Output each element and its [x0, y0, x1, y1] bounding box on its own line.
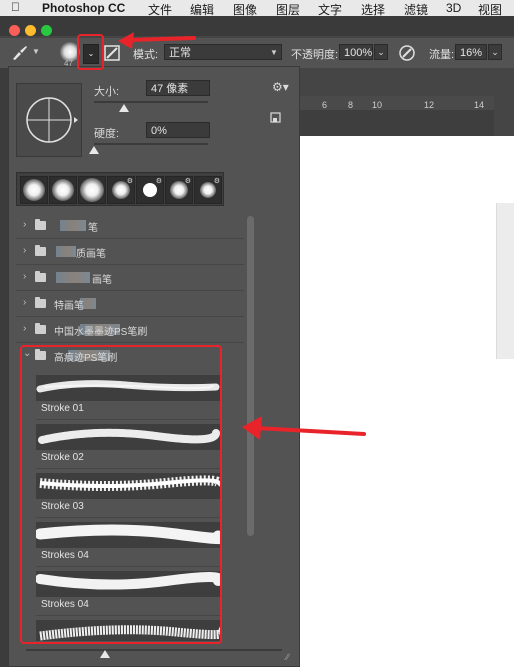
chevron-right-icon[interactable]: › [23, 323, 26, 334]
recent-brush-tip[interactable] [20, 176, 48, 204]
recent-brushes-strip: ⚙ ⚙ ⚙ ⚙ [16, 172, 224, 206]
brush-group-row[interactable]: › 中国水墨墨迹PS笔刷 [16, 318, 244, 343]
scrollbar-thumb[interactable] [247, 216, 254, 536]
flow-dropdown-button[interactable]: ⌄ [488, 44, 502, 60]
folder-icon [35, 219, 46, 230]
size-input[interactable]: 47 像素 [146, 80, 210, 96]
horizontal-ruler: 6 8 10 12 14 [300, 96, 494, 111]
size-label: 大小: [94, 86, 120, 98]
gear-icon: ⚙ [213, 178, 220, 185]
resize-grip-icon[interactable]: ∕∕ [286, 652, 289, 662]
gear-icon: ⚙ [184, 178, 191, 185]
hardness-slider-track[interactable] [94, 143, 208, 145]
canvas-edge-panel [496, 203, 514, 359]
recent-brush-tip[interactable]: ⚙ [165, 176, 193, 204]
pressure-opacity-icon[interactable] [398, 44, 416, 62]
new-preset-icon[interactable] [270, 112, 282, 124]
brush-group-name: 中国水墨墨迹PS笔刷 [54, 327, 148, 338]
size-slider-handle[interactable] [118, 104, 129, 112]
recent-brush-tip[interactable]: ⚙ [107, 176, 135, 204]
folder-icon [35, 271, 46, 282]
window-titlebar [0, 16, 514, 36]
brush-group-row[interactable]: › 笔 [16, 214, 244, 239]
folder-icon [35, 297, 46, 308]
folder-icon [35, 323, 46, 334]
menu-3d[interactable]: 3D [446, 1, 461, 15]
folder-icon [35, 245, 46, 256]
flow-input[interactable]: 16% [455, 44, 487, 60]
hardness-input[interactable]: 0% [146, 122, 210, 138]
gear-icon: ⚙ [155, 178, 162, 185]
tools-strip [0, 68, 8, 667]
hardness-slider-handle[interactable] [89, 146, 99, 154]
flow-label: 流量: [429, 49, 455, 61]
minimize-window-button[interactable] [25, 25, 36, 36]
hardness-label: 硬度: [94, 128, 120, 140]
brush-group-row[interactable]: › 质画笔 [16, 240, 244, 265]
mac-menubar:  Photoshop CC 文件 编辑 图像 图层 文字 选择 滤镜 3D 视… [0, 0, 514, 17]
recent-brush-tip[interactable]: ⚙ [194, 176, 222, 204]
brush-tool-icon[interactable] [10, 44, 30, 62]
brush-tip-preview[interactable] [16, 83, 82, 157]
gear-icon[interactable]: ⚙▾ [272, 80, 289, 94]
chevron-down-icon[interactable]: ▼ [32, 47, 40, 56]
zoom-window-button[interactable] [41, 25, 52, 36]
recent-brush-tip[interactable]: ⚙ [136, 176, 164, 204]
brush-group-row[interactable]: › 画笔 [16, 266, 244, 291]
size-slider-track[interactable] [94, 101, 208, 103]
mode-dropdown-icon: ▼ [270, 48, 278, 57]
brush-group-name: 特画笔 [54, 301, 84, 312]
ruler-tick: 12 [424, 100, 435, 110]
ruler-tick: 10 [372, 100, 383, 110]
annotation-arrow [242, 416, 366, 440]
chevron-right-icon[interactable]: › [23, 245, 26, 256]
brush-group-name: 画笔 [92, 275, 112, 286]
chevron-right-icon[interactable]: › [23, 297, 26, 308]
recent-brush-tip[interactable] [49, 176, 77, 204]
opacity-input[interactable]: 100% [339, 44, 373, 60]
ruler-tick: 8 [348, 100, 354, 110]
menu-photoshop[interactable]: Photoshop CC [42, 1, 125, 15]
preview-size-slider-track[interactable] [26, 649, 282, 651]
opacity-label: 不透明度: [291, 49, 339, 61]
preview-size-slider-handle[interactable] [100, 650, 110, 658]
annotation-highlight-box [20, 345, 222, 644]
close-window-button[interactable] [9, 25, 20, 36]
ruler-tick: 6 [322, 100, 328, 110]
gear-icon: ⚙ [126, 178, 133, 185]
annotation-arrow [118, 32, 196, 49]
apple-icon[interactable]:  [11, 0, 20, 14]
annotation-highlight-box [77, 34, 104, 70]
brush-angle-icon[interactable] [17, 84, 81, 156]
opacity-dropdown-button[interactable]: ⌄ [374, 44, 388, 60]
brush-group-row[interactable]: › 特画笔 [16, 292, 244, 317]
brush-group-name: 质画笔 [76, 249, 106, 260]
chevron-right-icon[interactable]: › [23, 219, 26, 230]
ruler-tick: 14 [474, 100, 485, 110]
document-tab-strip [300, 110, 494, 136]
brush-group-name: 笔 [88, 223, 98, 234]
recent-brush-tip[interactable] [78, 176, 106, 204]
chevron-right-icon[interactable]: › [23, 271, 26, 282]
